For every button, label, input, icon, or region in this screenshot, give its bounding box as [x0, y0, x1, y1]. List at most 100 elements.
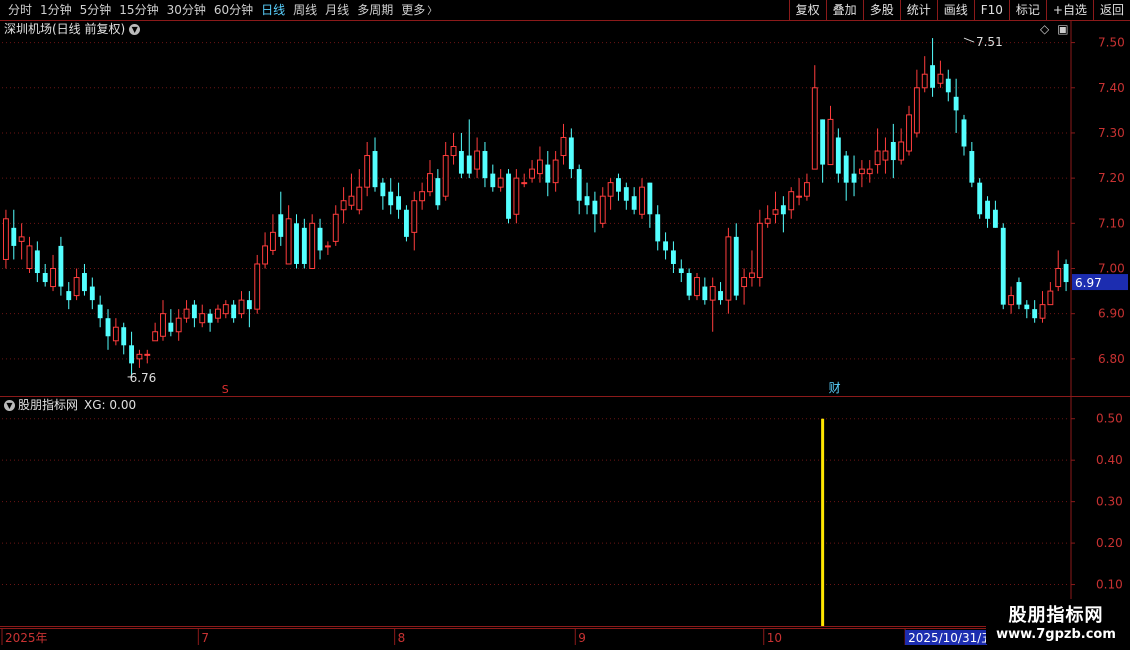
candle-body	[474, 150, 481, 170]
candle-body	[843, 155, 849, 183]
candle-body	[1055, 267, 1062, 288]
candle-body	[442, 155, 449, 197]
candle-body	[718, 291, 723, 301]
candle-body	[663, 241, 669, 251]
current-price-label: 6.97	[1075, 276, 1102, 290]
candle-body	[576, 169, 582, 201]
candle-body	[906, 114, 912, 152]
candle-body	[772, 209, 779, 215]
candle-body	[129, 345, 135, 364]
main-y-tick-label: 7.30	[1098, 126, 1125, 140]
xg-signal-bar	[821, 418, 825, 626]
candle-body	[26, 245, 33, 269]
candle-body	[160, 313, 166, 337]
indicator-y-tick-label: 0.10	[1096, 578, 1123, 592]
candle-body	[309, 222, 316, 269]
candle-body	[741, 277, 748, 288]
candle-body	[749, 272, 755, 279]
candle-body	[686, 273, 692, 296]
candle-body	[168, 322, 174, 332]
candle-body	[756, 222, 763, 279]
candle-body	[50, 267, 56, 288]
main-y-tick-label: 6.90	[1098, 307, 1125, 321]
candle-body	[34, 250, 40, 274]
candle-body	[678, 268, 684, 274]
candle-body	[42, 273, 48, 283]
candle-body	[105, 318, 111, 337]
candle-body	[694, 277, 700, 297]
candle-body	[709, 286, 716, 301]
candle-body	[953, 96, 959, 111]
main-y-tick-label: 7.00	[1098, 261, 1125, 275]
cai-marker[interactable]: 财	[829, 381, 841, 395]
candle-body	[977, 182, 983, 215]
candle-body	[961, 119, 967, 147]
candle-body	[945, 78, 951, 93]
candle-body	[332, 213, 339, 242]
candle-body	[435, 178, 441, 206]
candle-body	[1000, 227, 1006, 305]
candle-body	[89, 286, 95, 301]
candle-body	[552, 159, 559, 184]
candle-body	[992, 209, 998, 228]
candle-body	[348, 195, 355, 206]
s-marker[interactable]: S	[222, 383, 229, 396]
candle-body	[97, 304, 103, 319]
candle-body	[913, 87, 920, 134]
candle-body	[82, 273, 87, 292]
x-tick-label: 7	[201, 631, 209, 645]
candle-body	[811, 87, 818, 170]
candle-body	[301, 227, 307, 264]
candle-body	[372, 151, 378, 188]
chart-canvas[interactable]: 6.80 6.90 7.00 7.10 7.20 7.30 7.40 7.50 0.10 0.20…	[0, 0, 1130, 650]
candle-body	[419, 191, 426, 202]
candle-body	[930, 65, 936, 88]
x-tick-label: 2025/10/31/五	[908, 631, 993, 645]
candle-body	[73, 277, 80, 297]
main-y-tick-label: 7.50	[1098, 36, 1125, 50]
candle-body	[356, 186, 363, 211]
candle-body	[890, 141, 896, 161]
candle-body	[969, 151, 975, 183]
candle-body	[262, 245, 269, 265]
candle-body	[466, 155, 472, 174]
candle-body	[623, 187, 629, 201]
candle-body	[827, 118, 834, 166]
candle-body	[851, 173, 857, 183]
candle-body	[497, 177, 504, 188]
candle-body	[294, 223, 299, 264]
candle-body	[11, 227, 17, 246]
candle-body	[238, 299, 245, 315]
x-tick-label: 2025年	[5, 631, 48, 645]
candle-body	[921, 73, 928, 89]
candle-body	[1047, 290, 1054, 306]
candle-body	[655, 214, 661, 242]
indicator-y-tick-label: 0.40	[1096, 453, 1123, 467]
candle-body	[403, 209, 409, 237]
candle-body	[835, 137, 841, 174]
indicator-y-tick-label: 0.50	[1096, 412, 1123, 426]
candle-body	[278, 214, 284, 237]
candle-body	[592, 200, 598, 215]
candle-body	[269, 231, 276, 251]
candle-body	[937, 73, 944, 84]
candle-body	[858, 168, 865, 175]
candle-body	[1008, 295, 1015, 306]
candle-body	[874, 150, 881, 166]
candle-body	[521, 182, 528, 185]
candle-body	[898, 141, 905, 161]
candle-body	[317, 227, 323, 251]
candle-body	[2, 218, 9, 260]
candle-body	[1024, 304, 1030, 310]
main-y-tick-label: 7.40	[1098, 81, 1125, 95]
candle-body	[599, 195, 606, 224]
candle-body	[820, 119, 826, 165]
candle-body	[199, 313, 206, 324]
candle-body	[482, 151, 488, 179]
candle-body	[58, 245, 64, 287]
candle-body	[882, 150, 889, 161]
candle-body	[152, 331, 159, 342]
candle-body	[568, 137, 574, 170]
candle-body	[18, 236, 25, 242]
high-annotation-line	[963, 37, 975, 43]
